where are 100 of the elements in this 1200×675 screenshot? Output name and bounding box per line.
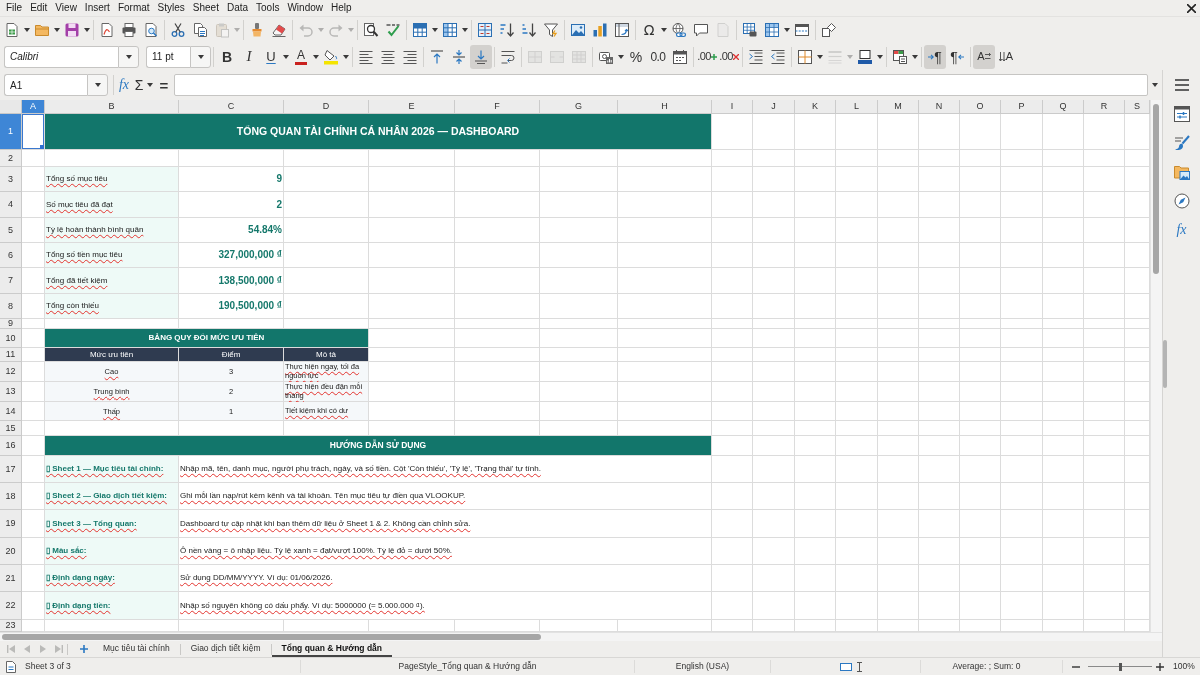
- caret-icon[interactable]: [313, 54, 319, 59]
- row-header[interactable]: 12: [0, 362, 22, 382]
- caret-icon[interactable]: [661, 28, 667, 32]
- horizontal-text-button[interactable]: A: [973, 44, 995, 69]
- caret-icon[interactable]: [784, 28, 790, 32]
- scrollbar-thumb[interactable]: [2, 634, 541, 640]
- caret-icon[interactable]: [462, 28, 468, 32]
- close-icon[interactable]: [1187, 3, 1196, 13]
- menu-item[interactable]: Edit: [26, 0, 52, 16]
- vertical-scrollbar[interactable]: [1150, 100, 1162, 632]
- number-format-button[interactable]: 0.0: [647, 44, 669, 69]
- row-header[interactable]: 14: [0, 402, 22, 421]
- cell-reference-field[interactable]: A1: [4, 74, 87, 96]
- scrollbar-thumb[interactable]: [1153, 104, 1159, 274]
- row-header[interactable]: 18: [0, 483, 22, 510]
- font-name-field[interactable]: Calibri: [4, 45, 118, 68]
- row-header[interactable]: 22: [0, 592, 22, 620]
- caret-icon[interactable]: [343, 54, 349, 59]
- caret-icon[interactable]: [54, 28, 60, 32]
- menu-item[interactable]: Format: [113, 0, 154, 16]
- caret-icon[interactable]: [84, 28, 90, 32]
- menu-item[interactable]: Data: [222, 0, 253, 16]
- row-header[interactable]: 5: [0, 218, 22, 243]
- sidebar-handle[interactable]: [1163, 340, 1167, 388]
- cross-icon[interactable]: [732, 53, 739, 60]
- caret-icon[interactable]: [24, 28, 30, 32]
- caret-icon[interactable]: [1152, 83, 1158, 87]
- row-header[interactable]: 9: [0, 319, 22, 329]
- sheet-tab[interactable]: Giao dịch tiết kiệm: [180, 641, 271, 657]
- row-header[interactable]: 11: [0, 348, 22, 362]
- sheet-tab[interactable]: Tổng quan & Hướng dẫn: [271, 641, 393, 657]
- document-icon[interactable]: [6, 660, 16, 673]
- active-cell[interactable]: [22, 114, 44, 149]
- color-swatch-icon[interactable]: [295, 61, 307, 65]
- caret-icon[interactable]: [912, 54, 918, 59]
- row-header[interactable]: 21: [0, 565, 22, 592]
- selection-mode-icon[interactable]: [839, 662, 852, 671]
- menu-item[interactable]: File: [2, 0, 27, 16]
- zoom-out-icon[interactable]: [1072, 665, 1080, 668]
- arrow-icon[interactable]: [957, 53, 964, 60]
- zoom-in-icon[interactable]: [1156, 662, 1164, 671]
- row-header[interactable]: 7: [0, 268, 22, 294]
- arrows-icon[interactable]: [984, 53, 991, 60]
- column-header[interactable]: E: [369, 100, 455, 114]
- italic-button[interactable]: I: [238, 44, 260, 69]
- row-header[interactable]: 19: [0, 510, 22, 538]
- column-header[interactable]: H: [618, 100, 712, 114]
- menu-item[interactable]: View: [51, 0, 81, 16]
- menu-item[interactable]: Tools: [252, 0, 284, 16]
- menu-item[interactable]: Window: [283, 0, 327, 16]
- column-header[interactable]: G: [540, 100, 618, 114]
- underline-button[interactable]: U: [260, 44, 282, 69]
- column-header[interactable]: F: [455, 100, 540, 114]
- right-to-left-button[interactable]: ¶: [946, 44, 968, 69]
- column-header[interactable]: P: [1001, 100, 1043, 114]
- caret-icon[interactable]: [432, 28, 438, 32]
- menu-icon[interactable]: [1174, 79, 1189, 91]
- row-header[interactable]: 6: [0, 243, 22, 268]
- menu-item[interactable]: Styles: [153, 0, 189, 16]
- column-header[interactable]: I: [712, 100, 753, 114]
- dropdown-button[interactable]: [118, 45, 139, 68]
- row-header[interactable]: 13: [0, 382, 22, 402]
- delete-decimal-button[interactable]: .00: [718, 44, 740, 69]
- column-header[interactable]: O: [960, 100, 1001, 114]
- row-header[interactable]: 20: [0, 538, 22, 565]
- caret-icon[interactable]: [283, 54, 289, 59]
- column-header[interactable]: J: [753, 100, 795, 114]
- left-to-right-button[interactable]: ¶: [924, 44, 946, 69]
- row-header[interactable]: 8: [0, 294, 22, 319]
- dropdown-button[interactable]: [87, 74, 108, 96]
- column-header[interactable]: Q: [1043, 100, 1084, 114]
- caret-icon[interactable]: [147, 83, 153, 87]
- text-cursor-icon[interactable]: [856, 661, 862, 672]
- column-header[interactable]: K: [795, 100, 836, 114]
- arrow-icon[interactable]: [928, 53, 935, 60]
- vertical-text-button[interactable]: A: [995, 44, 1017, 69]
- row-header[interactable]: 15: [0, 421, 22, 436]
- menu-item[interactable]: Help: [327, 0, 356, 16]
- function-wizard-button[interactable]: fx: [116, 73, 132, 97]
- row-header[interactable]: 2: [0, 150, 22, 167]
- column-header[interactable]: B: [45, 100, 179, 114]
- column-header[interactable]: S: [1125, 100, 1150, 114]
- column-header[interactable]: R: [1084, 100, 1125, 114]
- column-header[interactable]: D: [284, 100, 369, 114]
- cell-grid[interactable]: [0, 100, 1150, 632]
- column-header[interactable]: A: [22, 100, 45, 114]
- formula-button[interactable]: =: [156, 73, 172, 97]
- percent-format-button[interactable]: %: [625, 44, 647, 69]
- caret-icon[interactable]: [94, 83, 101, 87]
- menu-item[interactable]: Sheet: [188, 0, 223, 16]
- dropdown-button[interactable]: [190, 45, 211, 68]
- caret-icon[interactable]: [817, 54, 823, 59]
- menu-item[interactable]: Insert: [80, 0, 114, 16]
- slider-thumb[interactable]: [1118, 662, 1122, 671]
- caret-icon[interactable]: [877, 54, 883, 59]
- formula-input-field[interactable]: [174, 74, 1148, 96]
- horizontal-scrollbar[interactable]: [0, 632, 1162, 641]
- caret-icon[interactable]: [618, 54, 624, 59]
- caret-icon[interactable]: [125, 54, 132, 59]
- row-header[interactable]: 4: [0, 192, 22, 218]
